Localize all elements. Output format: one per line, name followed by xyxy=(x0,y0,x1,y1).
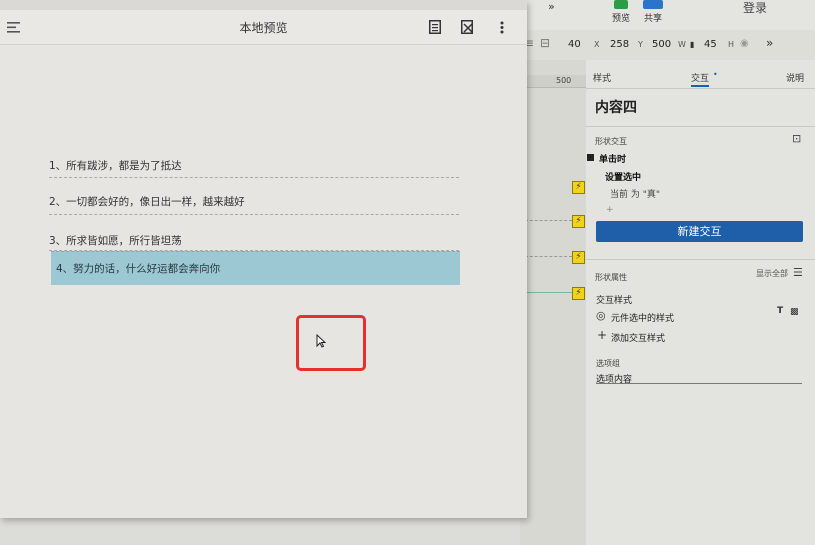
shape-interaction-heading: 形状交互 xyxy=(595,137,627,146)
preview-window: 本地预览 1、所有跋涉，都是为了抵达 2、一切都会好的，像日出一样，越来越好 3… xyxy=(0,0,527,518)
canvas-divider xyxy=(520,256,572,257)
x-label: X xyxy=(594,40,600,49)
item-divider xyxy=(49,214,459,215)
more-vertical-icon[interactable] xyxy=(500,21,504,34)
x-value[interactable]: 40 xyxy=(568,39,581,50)
ruler-mark: 500 xyxy=(556,76,572,85)
distribute-icon[interactable]: ⊟ xyxy=(540,36,550,50)
new-interaction-button[interactable]: 新建交互 xyxy=(596,221,803,242)
add-action-icon[interactable]: + xyxy=(606,205,614,215)
y-value[interactable]: 258 xyxy=(610,39,629,50)
y-label: Y xyxy=(638,40,643,49)
property-bar: ≡ ⊟ 40 X 258 Y 500 W ▮ 45 H ◉ » xyxy=(520,30,815,61)
share-label: 共享 xyxy=(643,14,662,24)
expand-icon[interactable]: ⊡ xyxy=(792,132,801,145)
inspector-panel: 样式 交互 • 说明 内容四 形状交互 ⊡ 单击时 设置选中 当前 为 "真" … xyxy=(586,60,815,545)
document-icon[interactable] xyxy=(429,20,441,34)
canvas-area xyxy=(520,60,587,545)
share-button[interactable]: 共享 xyxy=(642,0,664,24)
item-divider xyxy=(49,177,459,178)
divider xyxy=(586,126,815,127)
lightning-icon[interactable]: ⚡ xyxy=(572,181,585,194)
window-top-strip xyxy=(0,0,527,10)
more-tools[interactable]: » xyxy=(548,0,555,13)
tab-notes[interactable]: 说明 xyxy=(786,71,804,84)
visibility-icon[interactable]: ◉ xyxy=(740,38,749,49)
ruler: 500 xyxy=(520,75,586,88)
shape-props-heading: 形状属性 xyxy=(595,273,627,282)
plus-icon: + xyxy=(597,328,608,342)
interaction-style-heading: 交互样式 xyxy=(596,296,633,306)
list-item[interactable]: 1、所有跋涉，都是为了抵达 xyxy=(49,158,459,176)
list-item-selected[interactable]: 4、努力的话，什么好运都会奔向你 xyxy=(51,251,460,285)
menu-icon[interactable]: ☰ xyxy=(793,266,803,279)
preview-header: 本地预览 xyxy=(0,10,527,45)
collapse-icon[interactable] xyxy=(587,154,594,161)
lock-icon[interactable]: ▮ xyxy=(690,40,694,49)
lightning-icon[interactable]: ⚡ xyxy=(572,215,585,228)
target-icon: ◎ xyxy=(596,309,606,322)
w-value[interactable]: 500 xyxy=(652,39,671,50)
login-button[interactable]: 登录 xyxy=(720,0,790,16)
highlight-box xyxy=(296,315,366,371)
lightning-icon[interactable]: ⚡ xyxy=(572,287,585,300)
w-label: W xyxy=(678,40,686,49)
list-item[interactable]: 2、一切都会好的，像日出一样，越来越好 xyxy=(49,194,459,212)
option-group-label: 选项组 xyxy=(596,359,620,368)
canvas-divider xyxy=(520,292,572,293)
more-props[interactable]: » xyxy=(766,36,773,50)
element-name[interactable]: 内容四 xyxy=(595,97,637,117)
input-underline xyxy=(596,383,802,384)
image-icon[interactable]: ▩ xyxy=(790,307,799,317)
active-dot: • xyxy=(713,70,718,79)
selected-style-item[interactable]: 元件选中的样式 xyxy=(611,311,674,324)
show-all-link[interactable]: 显示全部 xyxy=(756,268,788,279)
export-icon[interactable] xyxy=(461,20,475,34)
divider xyxy=(586,259,815,260)
preview-button[interactable]: 预览 xyxy=(610,0,632,24)
cursor-icon xyxy=(316,334,326,348)
preview-icon xyxy=(614,0,628,9)
add-style-link[interactable]: 添加交互样式 xyxy=(611,331,665,344)
preview-title: 本地预览 xyxy=(239,21,288,35)
h-value[interactable]: 45 xyxy=(704,39,717,50)
tab-style[interactable]: 样式 xyxy=(593,71,611,84)
lightning-icon[interactable]: ⚡ xyxy=(572,251,585,264)
h-label: H xyxy=(728,40,735,49)
preview-label: 预览 xyxy=(611,14,630,24)
action-label[interactable]: 设置选中 xyxy=(605,170,641,183)
event-label[interactable]: 单击时 xyxy=(599,152,626,165)
share-icon xyxy=(643,0,663,9)
text-icon[interactable]: T xyxy=(777,306,783,316)
action-detail[interactable]: 当前 为 "真" xyxy=(610,187,660,200)
tab-interaction[interactable]: 交互 xyxy=(691,71,710,87)
list-item[interactable]: 3、所求皆如愿，所行皆坦荡 xyxy=(49,233,459,251)
divider xyxy=(586,88,815,89)
canvas-divider xyxy=(520,220,572,221)
